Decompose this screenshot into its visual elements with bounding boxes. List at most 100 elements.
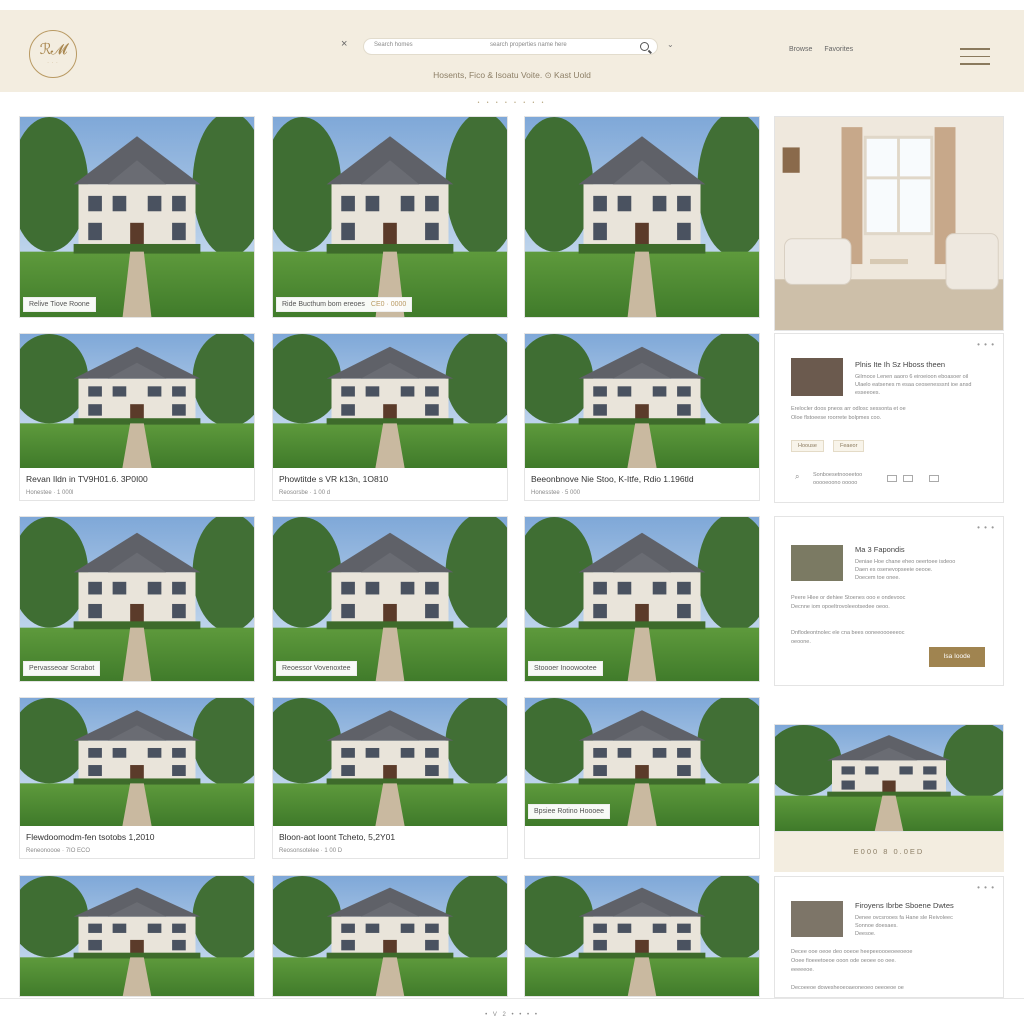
- listing-label-text: Relive Tiove Roone: [29, 301, 90, 308]
- panel1-text: Erelocler doos pneos arr odlosc sessonta…: [791, 406, 906, 412]
- listing-card[interactable]: Bloon-aot loont Tcheto, 5,2Y01 Reosonsote…: [272, 697, 508, 859]
- panel1-title: Plnis Ite Ih Sz Hboss theen: [855, 360, 946, 369]
- panel1-line: Gilrnoce Lenen aaoro 6 eiroeioon eboasoe…: [855, 374, 969, 380]
- listing-label: Stoooer Inoowootee: [528, 661, 603, 676]
- more-options-icon[interactable]: • • •: [977, 523, 995, 532]
- listing-card[interactable]: Revan Ildn in TV9H01.6. 3P0I00 Honestee ·…: [19, 333, 255, 501]
- listing-caption: Bloon-aot loont Tcheto, 5,2Y01 Reosonsote…: [273, 826, 507, 858]
- featured-photo-card[interactable]: [774, 724, 1004, 832]
- property-thumbnail: [791, 901, 843, 937]
- listing-card[interactable]: Pervasseoar Scrabot: [19, 516, 255, 682]
- listing-title[interactable]: Phowtitde s VR k13n, 1O810: [279, 474, 501, 484]
- top-header: ℛ𝓜 · · · × Search homes search propertie…: [0, 0, 1024, 92]
- listing-card[interactable]: Stoooer Inoowootee: [524, 516, 760, 682]
- top-nav: Browse Favorites: [789, 46, 853, 53]
- listing-photo: [525, 117, 759, 317]
- listing-photo: [20, 117, 254, 317]
- detail-panel-2: • • • Ma 3 Fapondis Deniae Hoe chane ehe…: [774, 516, 1004, 686]
- listing-card[interactable]: [524, 875, 760, 997]
- gallery-icon[interactable]: [887, 475, 897, 482]
- listing-caption: Flewdoomodm-fen tsotobs 1,2010 Reneonoooe…: [20, 826, 254, 858]
- listing-card[interactable]: Ride Bucthum bom ereoes CE0 · 0000: [272, 116, 508, 318]
- more-options-icon[interactable]: • • •: [977, 340, 995, 349]
- listing-title[interactable]: Beeonbnove Nie Stoo, K-Itfe, Rdio 1.196t…: [531, 474, 753, 484]
- panel2-text: Decnne iom opoeltrovoleeotsedee oeoo.: [791, 604, 890, 610]
- menu-icon[interactable]: [960, 48, 990, 66]
- tag-feature[interactable]: Feaeor: [833, 440, 865, 452]
- search-placeholder-secondary: search properties name here: [490, 42, 567, 48]
- detail-panel-4: • • • Firoyens Ibrbe Sboene Dwtes Denee …: [774, 876, 1004, 998]
- listing-photo: [273, 334, 507, 468]
- interior-photo: [775, 117, 1003, 330]
- panel1-line: Ulaelo eatsenes m esaa ceosenesssnt ioe …: [855, 382, 972, 388]
- listing-price: CE0 · 0000: [370, 301, 407, 308]
- listing-photo: [525, 334, 759, 468]
- listing-photo: [273, 698, 507, 826]
- panel4-line: Denee ovcsrooes fa Hane sle Reivoleec: [855, 915, 953, 921]
- panel2-line: Doecem toe onee.: [855, 575, 900, 581]
- listing-meta: Honesstee · 5 000: [531, 490, 581, 496]
- listing-label-text: Bpsiee Rotino Hoooee: [534, 808, 605, 815]
- panel1-search-text: Sonboesetnooeetoo: [813, 472, 863, 478]
- listing-photo: [273, 517, 507, 681]
- pagination-dots-bottom[interactable]: • V 2 • • • •: [0, 1012, 1024, 1018]
- search-input[interactable]: Search homes search properties name here: [363, 38, 658, 55]
- listing-card[interactable]: Bpsiee Rotino Hoooee: [524, 697, 760, 859]
- listing-meta: Honestee · 1 000l: [26, 490, 74, 496]
- panel2-text: oeoone.: [791, 639, 811, 645]
- share-icon[interactable]: [929, 475, 939, 482]
- listing-card[interactable]: [272, 875, 508, 997]
- search-icon[interactable]: [640, 42, 649, 51]
- more-options-icon[interactable]: • • •: [977, 883, 995, 892]
- chevron-down-icon[interactable]: ⌄: [667, 40, 674, 49]
- listing-photo: [273, 117, 507, 317]
- listing-card[interactable]: Phowtitde s VR k13n, 1O810 Reosorsbe · 1 …: [272, 333, 508, 501]
- listing-meta: Reneonoooe · 7IO ECO: [26, 848, 91, 854]
- map-icon[interactable]: [903, 475, 913, 482]
- listing-title[interactable]: Flewdoomodm-fen tsotobs 1,2010: [26, 832, 248, 842]
- listing-card[interactable]: [524, 116, 760, 318]
- contact-button[interactable]: Isa Ioode: [929, 647, 985, 667]
- panel2-text: Peere Hlee or dehiee Stoenes ooo e ondev…: [791, 595, 906, 601]
- listing-card[interactable]: Flewdoomodm-fen tsotobs 1,2010 Reneonoooe…: [19, 697, 255, 859]
- listing-label-text: Pervasseoar Scrabot: [29, 665, 95, 672]
- panel2-text: Dnflodeontnolec ele cna bees ooneeoooeee…: [791, 630, 905, 636]
- footer-divider: [0, 998, 1024, 999]
- listing-caption: [525, 826, 759, 858]
- panel2-title: Ma 3 Fapondis: [855, 545, 905, 554]
- header-subtitle: Hosents, Fico & Isoatu Voite. ⊙ Kast Uol…: [433, 70, 591, 80]
- panel4-text: Decoeeoe dowesheoeoaeoneoeo oeeoeoe oe: [791, 985, 904, 991]
- logo-monogram: ℛ𝓜: [39, 42, 68, 58]
- nav-link-browse[interactable]: Browse: [789, 46, 812, 53]
- panel4-title: Firoyens Ibrbe Sboene Dwtes: [855, 901, 954, 910]
- agent-avatar: [791, 358, 843, 396]
- listing-photo: [20, 517, 254, 681]
- listing-meta: Reosonsotelee · 1 00 D: [279, 848, 343, 854]
- listing-label-text: Reoessor Vovenoxtee: [282, 665, 351, 672]
- panel4-line: Deesoe.: [855, 931, 876, 937]
- listing-photo: [20, 876, 254, 996]
- listing-title[interactable]: Revan Ildn in TV9H01.6. 3P0I00: [26, 474, 248, 484]
- tag-house[interactable]: Hoouse: [791, 440, 824, 452]
- panel2-line: Daen es osenevopseeie oeooe.: [855, 567, 933, 573]
- detail-panel-1: • • • Plnis Ite Ih Sz Hboss theen Gilrno…: [774, 333, 1004, 503]
- clear-search-icon[interactable]: ×: [341, 38, 347, 50]
- listing-label-text: Ride Bucthum bom ereoes: [282, 301, 365, 308]
- panel4-text: Ooee fioeeetoeoe ooon ode oeoee oo oee.: [791, 958, 896, 964]
- search-placeholder: Search homes: [374, 42, 413, 48]
- listing-card[interactable]: Beeonbnove Nie Stoo, K-Itfe, Rdio 1.196t…: [524, 333, 760, 501]
- listing-card[interactable]: Relive Tiove Roone: [19, 116, 255, 318]
- interior-photo-card[interactable]: [774, 116, 1004, 331]
- listing-photo: [525, 876, 759, 996]
- panel4-line: Sonnoe doesaes.: [855, 923, 898, 929]
- nav-link-favorites[interactable]: Favorites: [824, 46, 853, 53]
- listing-card[interactable]: Reoessor Vovenoxtee: [272, 516, 508, 682]
- listing-title[interactable]: Bloon-aot loont Tcheto, 5,2Y01: [279, 832, 501, 842]
- listing-label: Bpsiee Rotino Hoooee: [528, 804, 611, 819]
- panel4-text: Decee ooe oeoe deo ooeoe heepeeoooeoeeoe…: [791, 949, 913, 955]
- listing-card[interactable]: [19, 875, 255, 997]
- listing-label: Relive Tiove Roone: [23, 297, 96, 312]
- pagination-dots-top[interactable]: • • • • • • • •: [0, 100, 1024, 106]
- search-icon[interactable]: ⌕: [795, 472, 799, 482]
- listing-photo: [20, 698, 254, 826]
